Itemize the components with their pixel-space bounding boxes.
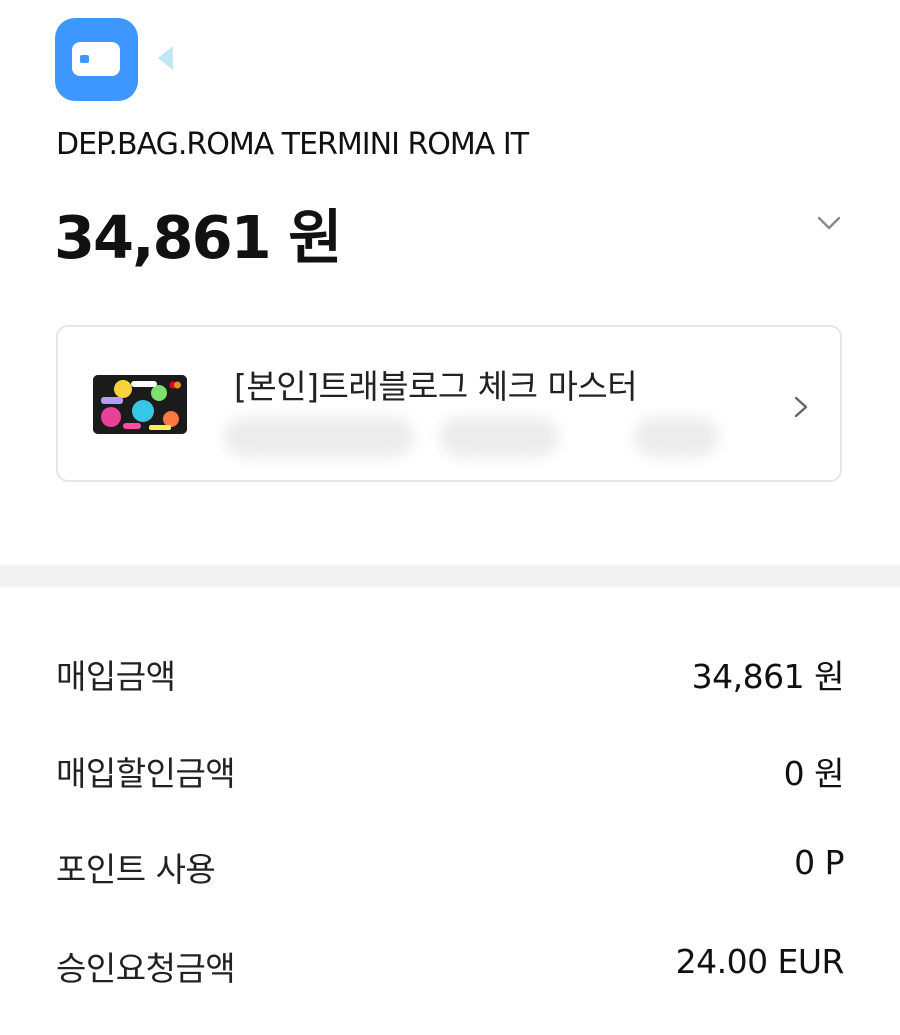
card-number-masked xyxy=(224,409,719,464)
chevron-down-icon[interactable] xyxy=(818,216,840,230)
card-info-button[interactable]: [본인]트래블로그 체크 마스터 xyxy=(56,325,842,482)
detail-value: 34,861 원 xyxy=(691,657,845,696)
transaction-amount: 34,861 원 xyxy=(54,203,342,272)
card-icon xyxy=(72,42,120,76)
card-name: [본인]트래블로그 체크 마스터 xyxy=(234,367,638,406)
detail-row-purchase-amount: 매입금액 34,861 원 xyxy=(56,650,845,700)
chevron-right-icon[interactable] xyxy=(794,396,808,418)
detail-label: 포인트 사용 xyxy=(56,850,216,889)
detail-value: 24.00 EUR xyxy=(675,942,845,981)
detail-value: 0 P xyxy=(794,843,844,882)
detail-row-discount-amount: 매입할인금액 0 원 xyxy=(56,747,845,797)
left-triangle-icon[interactable] xyxy=(158,46,173,70)
credit-card-thumbnail xyxy=(93,375,187,434)
section-divider xyxy=(0,565,900,587)
detail-label: 매입금액 xyxy=(56,657,176,696)
merchant-name: DEP.BAG.ROMA TERMINI ROMA IT xyxy=(56,127,529,162)
detail-row-points-used: 포인트 사용 0 P xyxy=(56,843,844,893)
app-icon xyxy=(55,18,138,101)
detail-label: 승인요청금액 xyxy=(56,949,236,988)
detail-value: 0 원 xyxy=(783,754,845,793)
detail-label: 매입할인금액 xyxy=(56,754,236,793)
detail-row-approval-request-amount: 승인요청금액 24.00 EUR xyxy=(56,942,845,992)
